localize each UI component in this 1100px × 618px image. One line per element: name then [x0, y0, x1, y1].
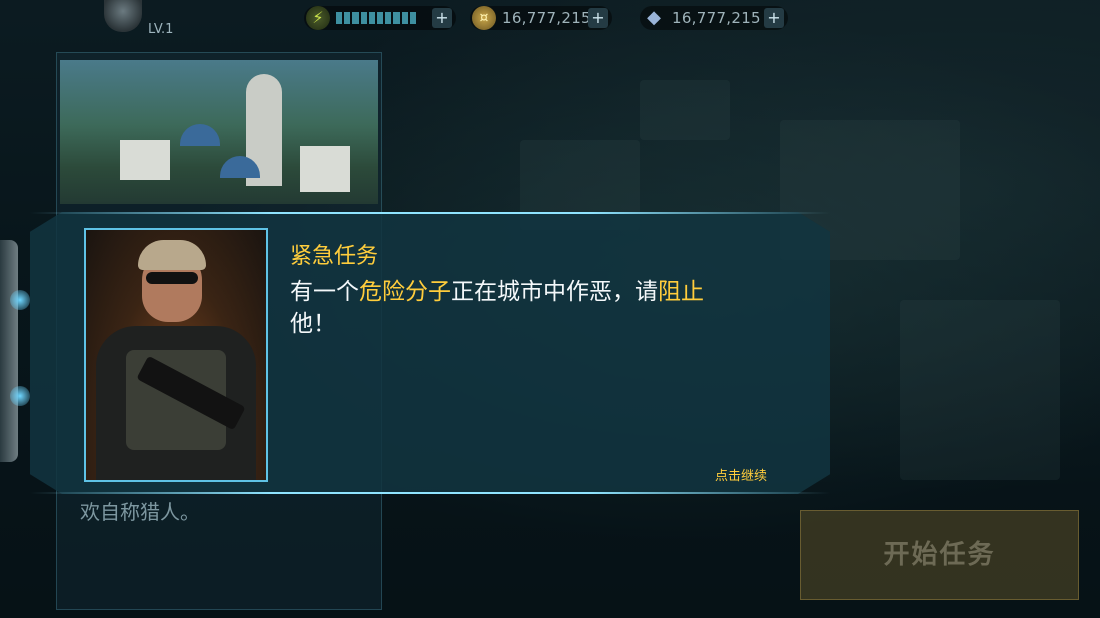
dialog-title: 紧急任务 [290, 244, 379, 269]
energy-segment [393, 12, 400, 24]
diamond-icon: ◆ [647, 7, 661, 28]
dialog-bottom-border [30, 492, 830, 494]
energy-segment [377, 12, 384, 24]
add-gems-button[interactable]: + [764, 8, 784, 28]
add-energy-button[interactable]: + [432, 8, 452, 28]
energy-segment [385, 12, 392, 24]
highlight-text: 危险分子 [359, 279, 451, 305]
lightning-icon: ⚡ [306, 6, 330, 30]
energy-segment [352, 12, 359, 24]
energy-segment [401, 12, 408, 24]
dialog-message: 有一个危险分子正在城市中作恶，请阻止 他！ [290, 279, 704, 337]
side-drawer-handle[interactable] [0, 240, 30, 462]
energy-segment [368, 12, 376, 24]
mission-story-text: 欢自称猎人。 [80, 500, 200, 524]
energy-segment [336, 12, 343, 24]
player-level: LV.1 [148, 22, 174, 37]
energy-segment [409, 12, 417, 24]
dialog-top-border [30, 212, 830, 214]
coins-counter: ¤ 16,777,215 + [470, 6, 612, 30]
energy-segment [344, 12, 351, 24]
energy-bar [336, 12, 417, 24]
top-bar: LV.1 ⚡ + ¤ 16,777,215 + ◆ 16,777,215 + [0, 0, 1100, 40]
indicator-light [10, 386, 30, 406]
player-avatar[interactable] [104, 0, 142, 32]
add-coins-button[interactable]: + [588, 8, 608, 28]
coins-value: 16,777,215 [502, 9, 591, 27]
gems-counter: ◆ 16,777,215 + [640, 6, 788, 30]
energy-meter: ⚡ + [304, 6, 456, 30]
highlight-text: 阻止 [658, 279, 704, 305]
energy-segment [360, 12, 367, 24]
indicator-light [10, 290, 30, 310]
mission-map-preview [60, 60, 378, 204]
tap-to-continue[interactable]: 点击继续 [715, 465, 767, 484]
character-portrait [84, 228, 268, 482]
gems-value: 16,777,215 [672, 9, 761, 27]
coin-icon: ¤ [472, 6, 496, 30]
start-mission-button[interactable]: 开始任务 [800, 510, 1079, 600]
